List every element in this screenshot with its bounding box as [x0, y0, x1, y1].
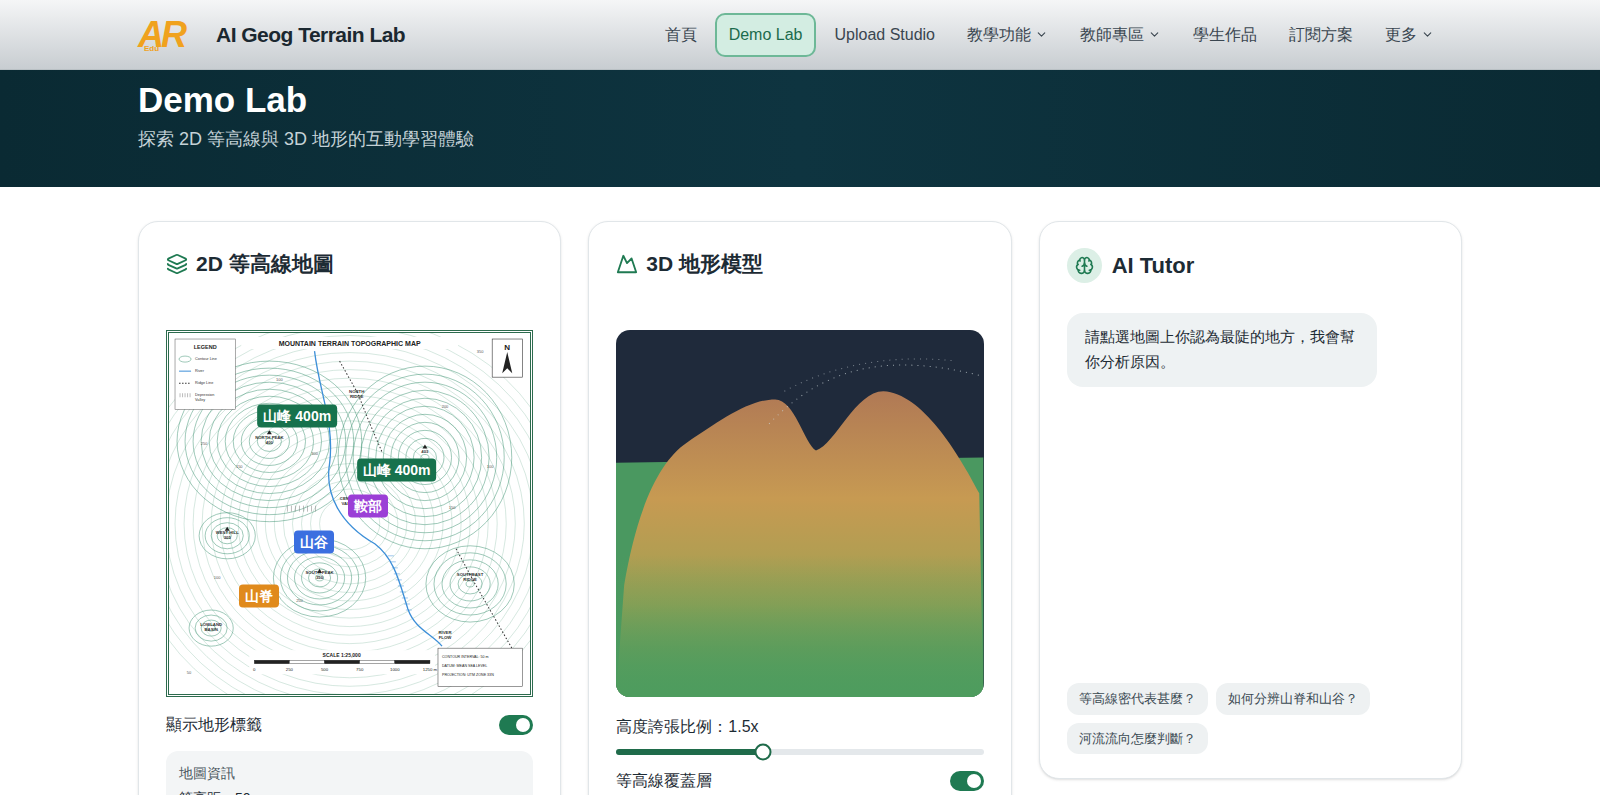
svg-text:100: 100 — [487, 464, 494, 469]
svg-text:CONTOUR INTERVAL: 50 m: CONTOUR INTERVAL: 50 m — [442, 655, 489, 659]
nav-item[interactable]: 更多 — [1371, 13, 1448, 57]
card-title: 2D 等高線地圖 — [166, 248, 533, 280]
exaggeration-slider[interactable] — [616, 749, 983, 755]
svg-text:NORTH PEAK400: NORTH PEAK400 — [255, 435, 284, 445]
svg-text:LEGEND: LEGEND — [194, 344, 217, 350]
terrain-label[interactable]: 山峰 400m — [357, 458, 437, 481]
terrain-label[interactable]: 鞍部 — [348, 494, 388, 517]
svg-text:Ridge Line: Ridge Line — [195, 381, 213, 385]
svg-text:250: 250 — [286, 667, 294, 672]
nav-menu: 首頁Demo LabUpload Studio教學功能教師專區學生作品訂閱方案更… — [651, 13, 1448, 57]
svg-text:150: 150 — [236, 464, 243, 469]
terrain-3d-view[interactable] — [616, 330, 983, 697]
svg-text:150: 150 — [449, 504, 456, 509]
hero: Demo Lab 探索 2D 等高線與 3D 地形的互動學習體驗 — [0, 70, 1600, 187]
page-title: Demo Lab — [138, 78, 1462, 122]
svg-text:DepressionValley: DepressionValley — [195, 393, 214, 402]
chevron-down-icon — [1148, 28, 1161, 41]
svg-text:250: 250 — [296, 597, 303, 602]
svg-text:SCALE 1:25,000: SCALE 1:25,000 — [323, 652, 361, 658]
svg-text:MOUNTAIN TERRAIN TOPOGRAPHIC M: MOUNTAIN TERRAIN TOPOGRAPHIC MAP — [279, 340, 421, 347]
svg-text:350: 350 — [477, 349, 484, 354]
svg-text:N: N — [504, 343, 510, 352]
terrain-3d-drawing-icon — [616, 330, 983, 697]
svg-text:Contour Line: Contour Line — [195, 357, 217, 361]
nav-item[interactable]: 首頁 — [651, 13, 711, 57]
toggle-knob — [967, 774, 981, 788]
svg-text:1000: 1000 — [390, 667, 400, 672]
nav-item[interactable]: 教師專區 — [1066, 13, 1175, 57]
nav-item[interactable]: Demo Lab — [715, 13, 817, 57]
svg-text:750: 750 — [356, 667, 364, 672]
svg-text:WEST HILL305: WEST HILL305 — [216, 529, 240, 539]
overlay-toggle-row: 等高線覆蓋層 — [616, 769, 983, 793]
suggestion-chip[interactable]: 等高線密代表甚麼？ — [1067, 683, 1208, 715]
label-toggle[interactable] — [499, 715, 533, 735]
svg-text:LOWLANDBASIN: LOWLANDBASIN — [200, 622, 222, 632]
svg-text:100: 100 — [276, 377, 283, 382]
model-card: 3D 地形模型高度誇張比例：1.5x 等高線覆蓋層 — [588, 221, 1011, 795]
nav-item[interactable]: Upload Studio — [820, 13, 949, 57]
map-card: 2D 等高線地圖NORTH PEAK400403NORTHRIDGECENTVA… — [138, 221, 561, 795]
terrain-label[interactable]: 山谷 — [294, 531, 334, 554]
layers-icon — [166, 253, 188, 275]
nav-item[interactable]: 教學功能 — [953, 13, 1062, 57]
app: AREduAI Geog Terrain Lab首頁Demo LabUpload… — [0, 0, 1600, 795]
svg-text:SOUTH PEAK350: SOUTH PEAK350 — [305, 569, 334, 579]
svg-text:200: 200 — [442, 404, 449, 409]
svg-text:SOUTHEASTRIDGE: SOUTHEASTRIDGE — [457, 571, 484, 581]
terrain-label[interactable]: 山脊 — [239, 585, 279, 608]
overlay-toggle[interactable] — [950, 771, 984, 791]
svg-text:300: 300 — [311, 451, 318, 456]
suggestion-chip[interactable]: 如何分辨山脊和山谷？ — [1216, 683, 1370, 715]
suggestions: 等高線密代表甚麼？如何分辨山脊和山谷？河流流向怎麼判斷？ — [1067, 683, 1434, 754]
slider-thumb[interactable] — [755, 743, 772, 760]
brain-icon — [1075, 256, 1094, 275]
terrain-label[interactable]: 山峰 400m — [257, 404, 337, 427]
svg-text:50: 50 — [187, 670, 192, 675]
top-nav: AREduAI Geog Terrain Lab 首頁Demo LabUpload… — [0, 0, 1600, 70]
svg-text:River: River — [195, 369, 205, 373]
svg-text:PROJECTION: UTM ZONE 33N: PROJECTION: UTM ZONE 33N — [442, 673, 494, 677]
svg-text:RIVERFLOW: RIVERFLOW — [438, 630, 452, 640]
topographic-map[interactable]: NORTH PEAK400403NORTHRIDGECENTVALWEST HI… — [166, 330, 533, 697]
svg-text:500: 500 — [321, 667, 329, 672]
exaggeration-label: 高度誇張比例：1.5x — [616, 715, 983, 739]
svg-text:100: 100 — [214, 574, 221, 579]
card-title: 3D 地形模型 — [616, 248, 983, 280]
slider-fill — [616, 749, 763, 755]
svg-text:1250 m: 1250 m — [423, 667, 438, 672]
chat-area: 請點選地圖上你認為最陡的地方，我會幫你分析原因。 — [1067, 283, 1434, 683]
page-subtitle: 探索 2D 等高線與 3D 地形的互動學習體驗 — [138, 126, 1462, 153]
tutor-card: AI Tutor請點選地圖上你認為最陡的地方，我會幫你分析原因。等高線密代表甚麼… — [1039, 221, 1462, 779]
logo: AREdu — [138, 15, 208, 55]
tutor-message: 請點選地圖上你認為最陡的地方，我會幫你分析原因。 — [1067, 313, 1377, 387]
mountain-icon — [616, 253, 638, 275]
svg-text:DATUM: MEAN SEA LEVEL: DATUM: MEAN SEA LEVEL — [442, 664, 487, 668]
chevron-down-icon — [1421, 28, 1434, 41]
label-toggle-row: 顯示地形標籤 — [166, 713, 533, 737]
card-title: AI Tutor — [1067, 248, 1434, 283]
chevron-down-icon — [1035, 28, 1048, 41]
svg-text:250: 250 — [201, 441, 208, 446]
toggle-knob — [516, 718, 530, 732]
nav-item[interactable]: 學生作品 — [1179, 13, 1271, 57]
suggestion-chip[interactable]: 河流流向怎麼判斷？ — [1067, 723, 1208, 755]
map-info: 地圖資訊等高距：50m — [166, 751, 533, 795]
nav-item[interactable]: 訂閱方案 — [1275, 13, 1367, 57]
svg-text:NORTHRIDGE: NORTHRIDGE — [349, 389, 364, 399]
brand[interactable]: AREduAI Geog Terrain Lab — [138, 15, 405, 55]
svg-text:0: 0 — [253, 667, 256, 672]
svg-text:403: 403 — [421, 449, 429, 454]
